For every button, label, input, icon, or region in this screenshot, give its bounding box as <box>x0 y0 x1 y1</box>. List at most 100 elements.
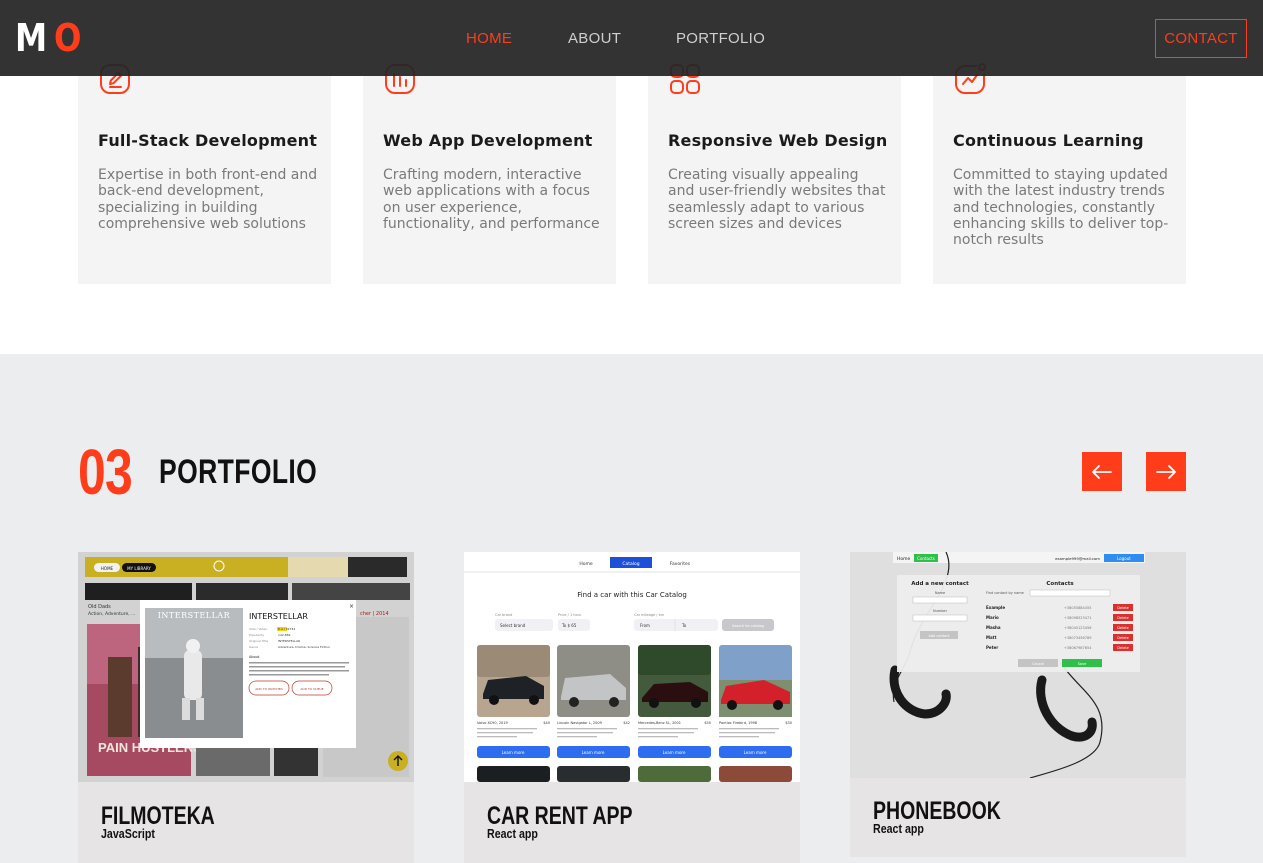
car-learn-more: Learn more <box>582 750 605 755</box>
film-modal-close-icon[interactable]: × <box>349 603 354 610</box>
nav-home[interactable]: HOME <box>466 30 512 47</box>
film-about-label: About <box>249 655 260 659</box>
film-meta-label: Vote / Votes <box>249 627 267 631</box>
phone-add-title: Add a new contact <box>911 581 969 587</box>
phone-delete-button: Delete <box>1117 636 1129 640</box>
nav-about[interactable]: ABOUT <box>568 30 621 47</box>
logo[interactable]: MO <box>15 16 82 60</box>
project-card-phonebook[interactable]: Home Contacts example999@mail.com Logout… <box>850 552 1186 857</box>
car-learn-more: Learn more <box>502 750 525 755</box>
project-tech: JavaScript <box>101 826 155 841</box>
film-card-side: cher | 2014 <box>360 611 389 617</box>
phone-nav-contacts: Contacts <box>917 556 935 561</box>
service-title: Responsive Web Design <box>668 131 888 150</box>
car-title: Mercedes-Benz SL, 2001 <box>638 721 681 725</box>
car-filter-label: Price / 1 hour <box>558 613 582 617</box>
service-title: Full-Stack Development <box>98 131 318 150</box>
project-screenshot: Home Contacts example999@mail.com Logout… <box>850 552 1186 778</box>
project-screenshot: Home Catalog Favorites Find a car with t… <box>464 552 800 782</box>
phone-delete-button: Delete <box>1117 646 1129 650</box>
phonebook-preview: Home Contacts example999@mail.com Logout… <box>850 552 1186 778</box>
film-nav-library: MY LIBRARY <box>127 566 151 571</box>
arrow-left-icon <box>1092 464 1112 479</box>
car-filter-value: From <box>640 623 650 628</box>
film-meta-value: INTERSTELLAR <box>278 639 300 643</box>
film-meta-label: Popularity <box>249 633 264 637</box>
project-tech: React app <box>487 826 538 841</box>
car-heading: Find a car with this Car Catalog <box>577 591 687 599</box>
project-screenshot: HOME MY LIBRARY Old Dads Action, Adventu… <box>78 552 414 782</box>
phone-contact-number: +38098523471 <box>1064 616 1091 620</box>
section-title: PORTFOLIO <box>159 453 318 491</box>
car-tab-catalog: Catalog <box>622 561 639 567</box>
service-description: Committed to staying updated with the la… <box>953 167 1169 249</box>
car-filter-value: To <box>681 623 687 628</box>
logo-letter-o: O <box>53 16 82 60</box>
logo-letter-m: M <box>15 16 48 60</box>
phone-save-button: Save <box>1078 662 1087 666</box>
section-number: 03 <box>78 436 133 508</box>
car-tab-favorites: Favorites <box>670 561 691 567</box>
service-description: Crafting modern, interactive web applica… <box>383 167 600 232</box>
project-tech: React app <box>873 821 924 836</box>
project-card-filmoteka[interactable]: HOME MY LIBRARY Old Dads Action, Adventu… <box>78 552 414 863</box>
phone-contact-name: Example <box>986 605 1005 610</box>
film-card-title: Old Dads <box>88 604 111 610</box>
phone-contact-name: Matt <box>986 635 997 640</box>
phone-contacts-title: Contacts <box>1046 581 1074 587</box>
film-meta-label: Genre <box>249 645 258 649</box>
service-description: Creating visually appealing and user-fri… <box>668 167 886 232</box>
carousel-prev-button[interactable] <box>1082 452 1122 491</box>
car-price: $30 <box>785 721 792 725</box>
car-price: $50 <box>704 721 711 725</box>
film-card-genres: Action, Adventure, ... <box>88 611 135 617</box>
car-learn-more: Learn more <box>744 750 767 755</box>
phone-contact-number: +38055884455 <box>1064 606 1091 610</box>
film-add-queue: ADD TO QUEUE <box>300 687 323 691</box>
phone-name-label: Name <box>935 591 945 595</box>
portfolio-section: 03 PORTFOLIO HOME MY LIBRARY Old Dads Ac… <box>0 354 1263 863</box>
film-meta-value: 142.869 <box>278 633 290 637</box>
car-price: $42 <box>623 721 630 725</box>
service-title: Web App Development <box>383 131 593 150</box>
phone-contact-name: Masha <box>986 625 1001 630</box>
phone-logout: Logout <box>1117 556 1131 561</box>
film-meta-value: Adventure, Drama, Science Fiction <box>278 645 330 649</box>
phone-nav-home: Home <box>897 556 911 562</box>
film-meta-value: 8.4 / 32734 <box>278 627 295 631</box>
car-title: Pontiac Firebird, 1998 <box>719 721 757 725</box>
car-rent-preview: Home Catalog Favorites Find a car with t… <box>464 552 800 782</box>
car-filter-label: Car brand <box>495 613 512 617</box>
contact-button[interactable]: CONTACT <box>1155 19 1247 58</box>
phone-contact-number: +38045123456 <box>1064 626 1091 630</box>
nav-portfolio[interactable]: PORTFOLIO <box>676 30 765 47</box>
car-filter-label: Car mileage / km <box>634 613 665 617</box>
car-tab-home: Home <box>579 561 593 567</box>
phone-add-button: Add contact <box>929 634 951 638</box>
film-nav-home: HOME <box>101 566 114 571</box>
phone-delete-button: Delete <box>1117 616 1129 620</box>
phone-delete-button: Delete <box>1117 606 1129 610</box>
film-meta-label: Original Title <box>249 639 268 643</box>
car-learn-more: Learn more <box>663 750 686 755</box>
phone-contact-number: +38073456789 <box>1064 636 1091 640</box>
car-filter-value: Select brand <box>500 623 526 628</box>
arrow-right-icon <box>1156 464 1176 479</box>
phone-user-email: example999@mail.com <box>1055 556 1100 561</box>
car-search-button: Search for catalog <box>732 624 764 628</box>
film-modal-title: INTERSTELLAR <box>249 612 308 621</box>
service-title: Continuous Learning <box>953 131 1144 150</box>
site-header: MO HOME ABOUT PORTFOLIO CONTACT <box>0 0 1263 76</box>
car-title: Lincoln Navigator L, 2009 <box>557 721 602 725</box>
car-price: $40 <box>543 721 550 725</box>
phone-cancel-button: Cancel <box>1032 662 1044 666</box>
car-filter-value: To $ 65 <box>561 623 577 628</box>
service-description: Expertise in both front-end and back-end… <box>98 167 318 232</box>
project-card-car-rent[interactable]: Home Catalog Favorites Find a car with t… <box>464 552 800 863</box>
phone-delete-button: Delete <box>1117 626 1129 630</box>
phone-find-label: Find contact by name <box>986 591 1024 595</box>
phone-number-label: Number <box>933 609 948 613</box>
filmoteka-preview: HOME MY LIBRARY Old Dads Action, Adventu… <box>78 552 414 782</box>
phone-contact-number: +38067987654 <box>1064 646 1092 650</box>
carousel-next-button[interactable] <box>1146 452 1186 491</box>
